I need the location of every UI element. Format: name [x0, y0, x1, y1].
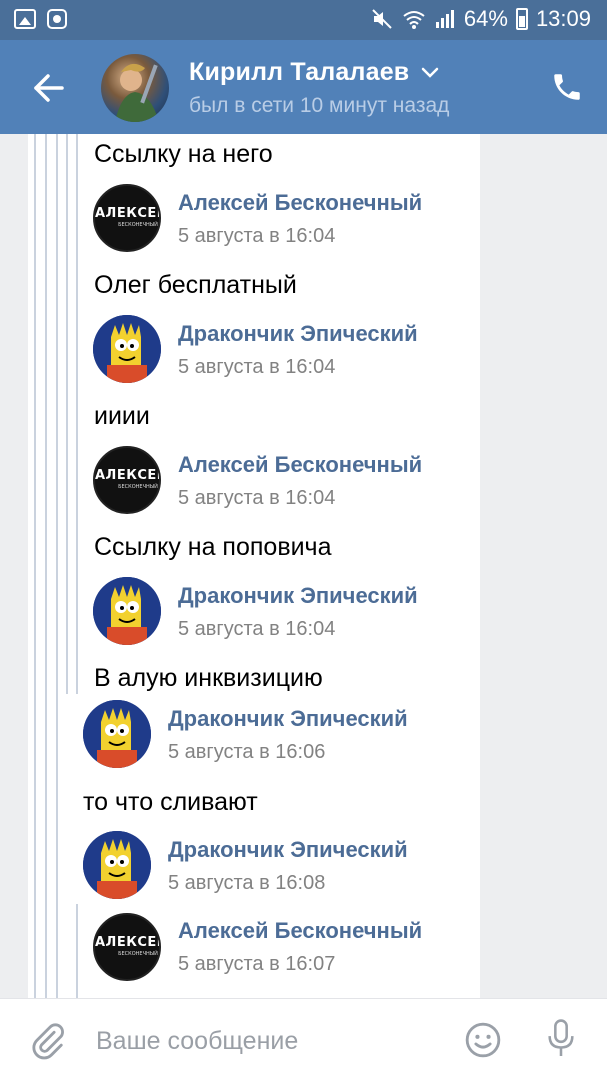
author-avatar[interactable] [93, 577, 161, 645]
mute-icon [372, 9, 392, 29]
chevron-down-icon[interactable] [421, 66, 439, 80]
clock: 13:09 [535, 6, 591, 31]
logo-subword: БЕСКОНЕЧНЫЙ [118, 951, 158, 957]
author-avatar[interactable]: АЛЕКСЕЙ БЕСКОНЕЧНЫЙ [93, 446, 161, 514]
bart-avatar-art [93, 315, 161, 383]
contact-name[interactable]: Кирилл Талалаев [189, 58, 409, 87]
warrior-avatar-art [115, 63, 159, 122]
author-avatar[interactable] [83, 831, 151, 899]
bart-avatar-art [83, 831, 151, 899]
forward-line [76, 134, 78, 694]
contact-last-seen: был в сети 10 минут назад [189, 94, 450, 117]
battery-percent: 64% [463, 6, 508, 31]
forward-line [66, 134, 68, 694]
signal-icon [435, 10, 454, 28]
logo-word: АЛЕКСЕЙ [95, 206, 161, 221]
message-time: 5 августа в 16:04 [178, 356, 336, 378]
message-time: 5 августа в 16:06 [168, 741, 326, 763]
message-text: Ссылку на поповича [94, 533, 332, 561]
phone-icon[interactable] [550, 70, 584, 104]
message-text: Ссылку на него [94, 140, 273, 168]
author-name[interactable]: Алексей Бесконечный [178, 190, 422, 216]
logo-word: АЛЕКСЕЙ [95, 935, 161, 950]
author-name[interactable]: Дракончик Эпический [178, 583, 418, 609]
logo-subword: БЕСКОНЕЧНЫЙ [118, 484, 158, 490]
message-text: то что сливают [83, 788, 258, 816]
bart-avatar-art [83, 700, 151, 768]
message-time: 5 августа в 16:08 [168, 872, 326, 894]
author-avatar[interactable]: АЛЕКСЕЙ БЕСКОНЕЧНЫЙ [93, 184, 161, 252]
forward-line [76, 904, 78, 998]
author-name[interactable]: Дракончик Эпический [168, 837, 408, 863]
emoji-icon[interactable] [464, 1021, 502, 1059]
microphone-icon[interactable] [544, 1017, 578, 1061]
back-arrow-icon[interactable] [28, 68, 68, 108]
message-text: ииии [94, 402, 150, 430]
message-time: 5 августа в 16:04 [178, 487, 336, 509]
status-right: 64% 13:09 [370, 6, 591, 32]
message-time: 5 августа в 16:07 [178, 953, 336, 975]
shield-app-icon [47, 9, 67, 29]
author-avatar[interactable] [93, 315, 161, 383]
message-time: 5 августа в 16:04 [178, 618, 336, 640]
message-input[interactable] [96, 1023, 436, 1059]
paperclip-icon[interactable] [28, 1021, 66, 1061]
forward-line [34, 134, 36, 998]
forward-line [56, 134, 58, 998]
composer-bar [0, 998, 607, 1080]
forward-line [45, 134, 47, 998]
author-name[interactable]: Дракончик Эпический [168, 706, 408, 732]
author-name[interactable]: Алексей Бесконечный [178, 452, 422, 478]
wifi-icon [403, 11, 425, 29]
status-left [14, 8, 68, 30]
author-avatar[interactable] [83, 700, 151, 768]
message-text: Олег бесплатный [94, 271, 297, 299]
message-text: В алую инквизицию [94, 664, 323, 692]
message-area[interactable]: Ссылку на него АЛЕКСЕЙ БЕСКОНЕЧНЫЙ Алекс… [0, 134, 607, 998]
message-time: 5 августа в 16:04 [178, 225, 336, 247]
author-name[interactable]: Алексей Бесконечный [178, 918, 422, 944]
logo-word: АЛЕКСЕЙ [95, 468, 161, 483]
image-icon [14, 9, 36, 29]
logo-subword: БЕСКОНЕЧНЫЙ [118, 222, 158, 228]
contact-avatar[interactable] [101, 54, 169, 122]
author-avatar[interactable]: АЛЕКСЕЙ БЕСКОНЕЧНЫЙ [93, 913, 161, 981]
bart-avatar-art [93, 577, 161, 645]
status-bar: 64% 13:09 [0, 0, 607, 40]
chat-header: Кирилл Талалаев был в сети 10 минут наза… [0, 40, 607, 134]
author-name[interactable]: Дракончик Эпический [178, 321, 418, 347]
battery-icon [515, 8, 528, 30]
